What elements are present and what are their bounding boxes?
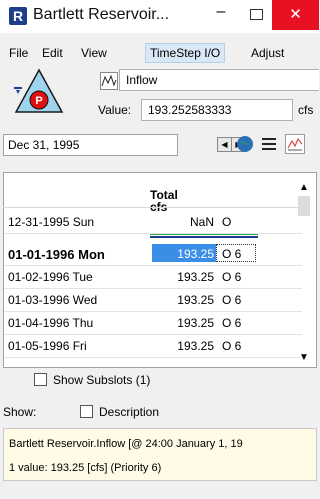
table-row[interactable]: 01-01-1996 Mon 193.25 O 6 xyxy=(4,242,302,266)
row-flag: O 6 xyxy=(222,270,242,284)
value-label: Value: xyxy=(98,103,132,117)
description-checkbox[interactable] xyxy=(80,405,93,418)
menu-adjust[interactable]: Adjust xyxy=(247,44,288,62)
row-value[interactable]: 193.25 xyxy=(152,293,214,307)
table-row[interactable]: 01-03-1996 Wed 193.25 O 6 xyxy=(4,288,302,312)
row-flag: O 6 xyxy=(222,293,242,307)
table-row[interactable]: 01-04-1996 Thu 193.25 O 6 xyxy=(4,311,302,335)
value-input[interactable]: 193.252583333 xyxy=(141,99,293,121)
maximize-button[interactable] xyxy=(240,0,272,30)
row-flag: O 6 xyxy=(222,247,242,261)
prev-date-button[interactable]: ◀ xyxy=(217,137,232,152)
scroll-down-arrow[interactable]: ▼ xyxy=(299,352,309,363)
table-row[interactable]: 01-02-1996 Tue 193.25 O 6 xyxy=(4,265,302,289)
close-button[interactable]: ✕ xyxy=(272,0,319,30)
row-value[interactable]: 193.25 xyxy=(152,339,214,353)
menu-view[interactable]: View xyxy=(77,44,111,62)
list-view-icon[interactable] xyxy=(262,138,276,150)
app-icon[interactable]: R xyxy=(9,7,27,25)
menu-timestep-io[interactable]: TimeStep I/O xyxy=(145,43,226,63)
units-label: cfs xyxy=(298,103,314,117)
date-field[interactable]: Dec 31, 1995 xyxy=(3,134,178,156)
globe-icon[interactable] xyxy=(237,136,253,152)
table-row[interactable]: 12-31-1995 Sun NaN O xyxy=(4,210,302,234)
reservoir-icon: P xyxy=(14,68,64,113)
row-date: 01-01-1996 Mon xyxy=(8,247,105,262)
row-date: 01-04-1996 Thu xyxy=(8,316,94,330)
row-value[interactable]: 193.25 xyxy=(152,316,214,330)
row-flag: O 6 xyxy=(222,316,242,330)
menu-file[interactable]: File xyxy=(5,44,32,62)
menu-bar: File Edit View TimeStep I/O Adjust xyxy=(0,40,319,66)
show-label: Show: xyxy=(3,405,37,419)
svg-text:P: P xyxy=(35,95,42,107)
table-row[interactable]: 01-05-1996 Fri 193.25 O 6 xyxy=(4,334,302,358)
row-value[interactable]: 193.25 xyxy=(152,247,214,261)
window-title: Bartlett Reservoir... xyxy=(33,6,170,23)
plot-icon[interactable] xyxy=(285,134,305,154)
minimize-button[interactable]: – xyxy=(202,0,240,30)
show-subslots-label: Show Subslots (1) xyxy=(53,373,151,387)
row-date: 12-31-1995 Sun xyxy=(8,215,95,229)
row-value[interactable]: NaN xyxy=(152,215,214,229)
row-date: 01-02-1996 Tue xyxy=(8,270,93,284)
row-date: 01-03-1996 Wed xyxy=(8,293,98,307)
header-separator xyxy=(3,207,303,208)
description-label: Description xyxy=(99,405,160,419)
series-slot-icon xyxy=(100,72,118,90)
scroll-up-arrow[interactable]: ▲ xyxy=(299,182,309,193)
slot-name: Inflow xyxy=(119,69,319,91)
info-slot-path: Bartlett Reservoir.Inflow [@ 24:00 Janua… xyxy=(9,438,243,450)
row-value[interactable]: 193.25 xyxy=(152,270,214,284)
menu-edit[interactable]: Edit xyxy=(38,44,67,62)
show-subslots-checkbox[interactable] xyxy=(34,373,47,386)
scrollbar-thumb[interactable] xyxy=(298,196,310,216)
maximize-icon xyxy=(250,9,263,20)
info-value-summary: 1 value: 193.25 [cfs] (Priority 6) xyxy=(9,462,162,474)
row-flag: O xyxy=(222,215,232,229)
row-flag: O 6 xyxy=(222,339,242,353)
row-date: 01-05-1996 Fri xyxy=(8,339,87,353)
run-range-marker xyxy=(150,236,258,238)
